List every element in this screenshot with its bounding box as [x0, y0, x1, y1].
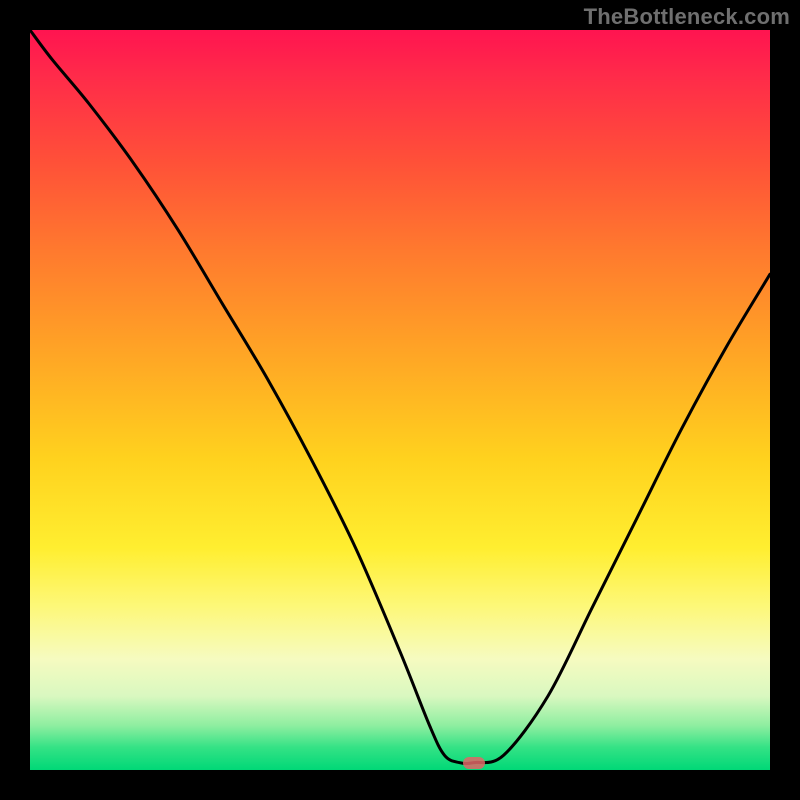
plot-area — [30, 30, 770, 770]
optimal-point-marker — [463, 757, 485, 769]
chart-frame: TheBottleneck.com — [0, 0, 800, 800]
bottleneck-curve — [30, 30, 770, 770]
watermark-text: TheBottleneck.com — [584, 4, 790, 30]
